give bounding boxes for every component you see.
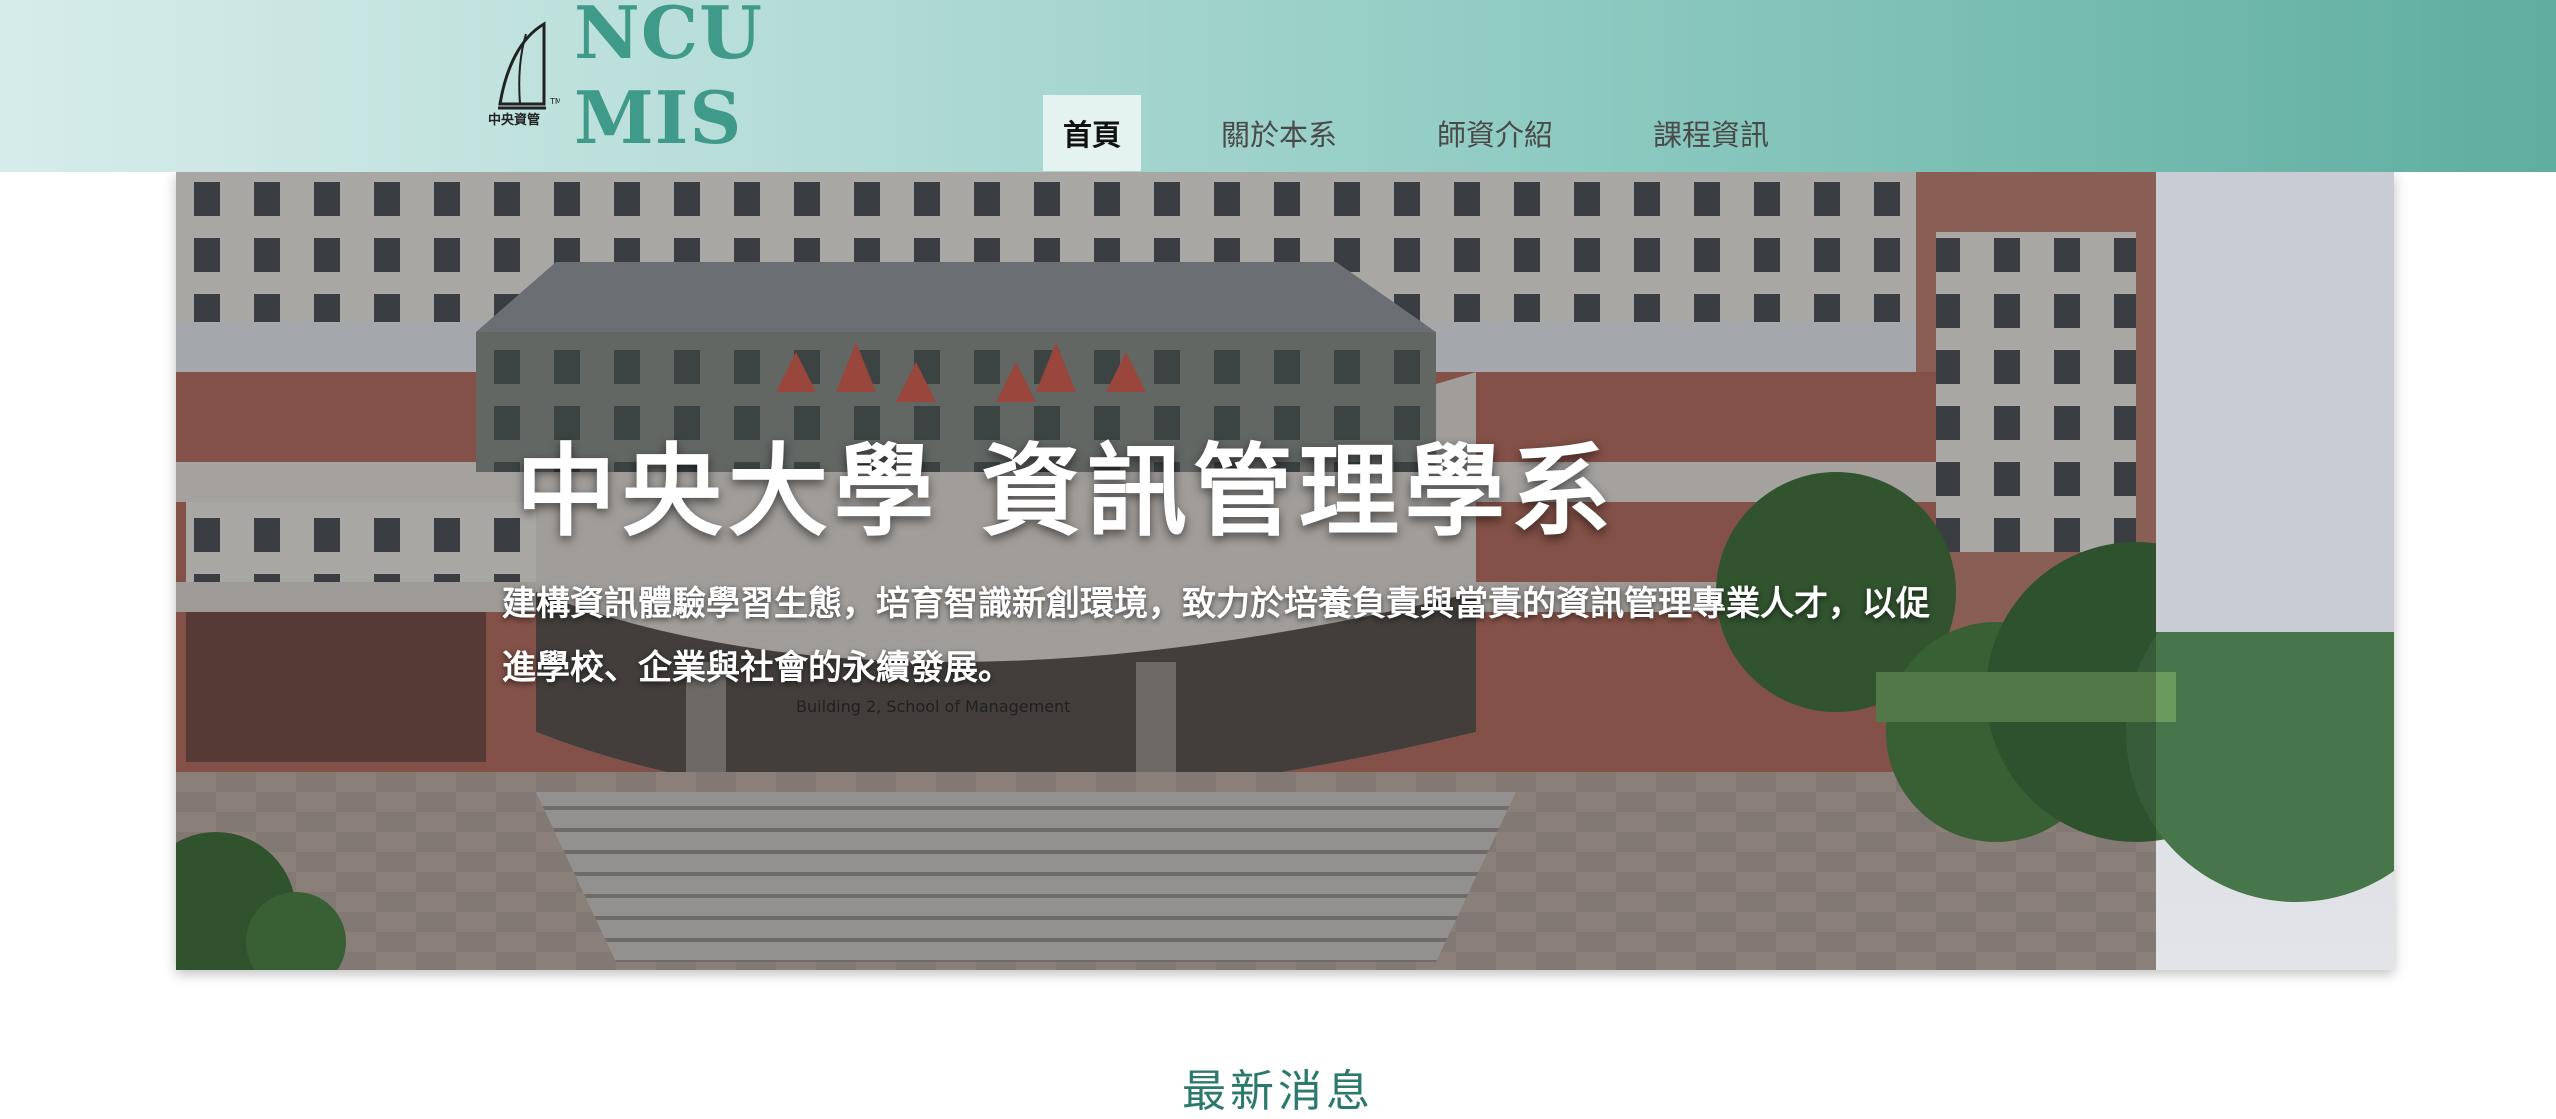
nav-item-label: 關於本系 <box>1221 118 1338 152</box>
nav-item-home[interactable]: 首頁 <box>1043 95 1142 171</box>
site-header: 中央資管 TM NCU MIS 首頁 關於本系 師資介紹 課程資訊 <box>0 0 2556 172</box>
nav-item-label: 師資介紹 <box>1437 118 1554 152</box>
site-logo[interactable]: 中央資管 TM NCU MIS <box>480 0 880 160</box>
nav-item-courses[interactable]: 課程資訊 <box>1633 95 1789 171</box>
sail-logo-icon: 中央資管 TM <box>480 20 562 130</box>
hero-title: 中央大學 資訊管理學系 <box>516 433 1617 550</box>
nav-item-faculty[interactable]: 師資介紹 <box>1417 95 1573 171</box>
nav-item-label: 首頁 <box>1063 118 1122 152</box>
nav-item-about[interactable]: 關於本系 <box>1201 95 1357 171</box>
logo-small-text: 中央資管 <box>488 112 540 128</box>
logo-text: NCU MIS <box>574 0 763 160</box>
svg-text:TM: TM <box>549 97 560 106</box>
main-nav: 首頁 關於本系 師資介紹 課程資訊 <box>1043 95 1789 171</box>
hero-banner: Building 2, School of Management 中央大學 資訊… <box>176 172 2394 970</box>
hero-description: 建構資訊體驗學習生態，培育智識新創環境，致力於培養負責與當責的資訊管理專業人才，… <box>502 584 1930 688</box>
nav-item-label: 課程資訊 <box>1653 118 1770 152</box>
hero-overlay <box>176 172 2156 970</box>
section-title-news: 最新消息 <box>1182 1066 1374 1117</box>
